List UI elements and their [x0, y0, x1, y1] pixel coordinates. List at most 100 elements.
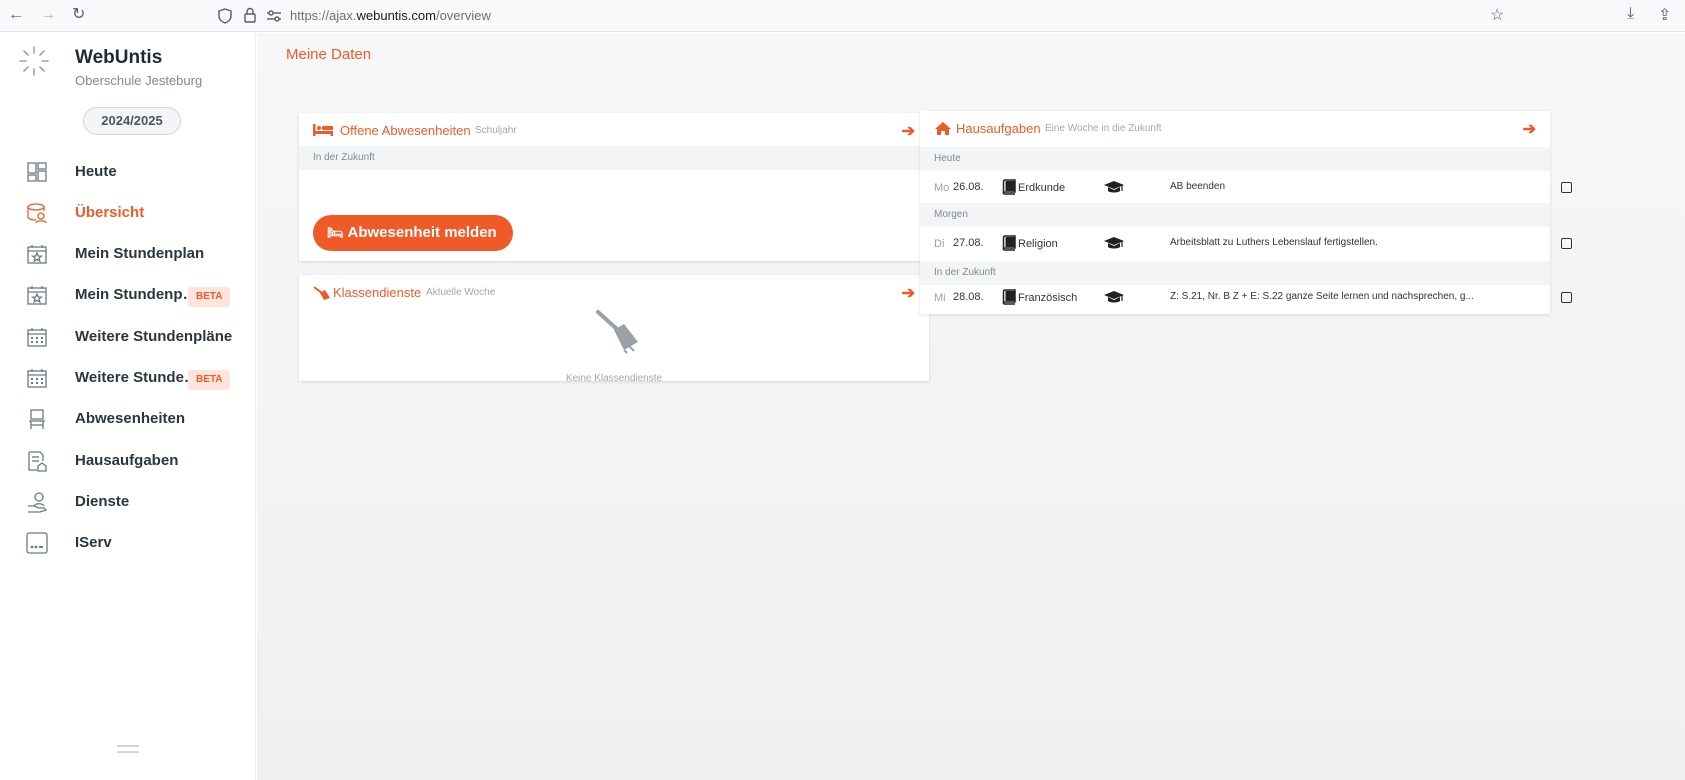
graduation-cap-icon: [1104, 291, 1124, 303]
homework-done-checkbox[interactable]: [1561, 238, 1572, 249]
sidebar-item-dienste[interactable]: Dienste: [0, 484, 256, 520]
homework-subject: Erdkunde: [1018, 182, 1066, 194]
browser-toolbar: ← → ↻ https://ajax.webuntis.com/overview…: [0, 0, 1685, 32]
permissions-icon[interactable]: [266, 10, 282, 22]
homework-row[interactable]: Di 27.08. Religion Arbeitsblatt zu Luthe…: [920, 227, 1572, 261]
sidebar-item-label: Dienste: [75, 493, 130, 510]
card-subtitle: Aktuelle Woche: [426, 287, 496, 298]
chair-icon: [29, 409, 45, 429]
sidebar-item-label: Mein Stundenplan: [75, 245, 205, 262]
url-domain: webuntis.com: [356, 8, 436, 23]
sidebar-collapse-handle[interactable]: [117, 745, 139, 753]
sidebar-item-heute[interactable]: Heute: [0, 154, 256, 190]
sidebar-item-mein-stundenplan-beta[interactable]: Mein Stundenp… BETA: [0, 277, 256, 313]
sidebar-item-label: Hausaufgaben: [75, 452, 179, 469]
bed-icon: [313, 124, 333, 136]
shield-icon[interactable]: [218, 8, 232, 24]
sidebar-item-hausaufgaben[interactable]: Hausaufgaben: [0, 443, 256, 479]
homework-text: AB beenden: [1170, 181, 1226, 192]
book-icon: [1002, 235, 1016, 251]
school-name: Oberschule Jesteburg: [75, 73, 203, 88]
brand-title: WebUntis: [75, 47, 163, 68]
card-subtitle: Eine Woche in die Zukunft: [1045, 123, 1162, 134]
homework-card: Hausaufgaben Eine Woche in die Zukunft ➔…: [920, 111, 1572, 315]
sidebar-item-label: Weitere Stundenpläne: [75, 328, 233, 345]
homework-date: 27.08.: [953, 237, 984, 249]
card-title: Klassendienste: [333, 285, 422, 300]
arrow-right-icon[interactable]: ➔: [902, 283, 915, 303]
homework-done-checkbox[interactable]: [1561, 182, 1572, 193]
arrow-right-icon[interactable]: ➔: [902, 121, 915, 141]
section-header: In der Zukunft: [299, 146, 929, 170]
card-header[interactable]: Klassendienste Aktuelle Woche ➔: [299, 275, 929, 311]
section-header-tomorrow: Morgen: [920, 203, 1550, 227]
section-header-today: Heute: [920, 147, 1550, 171]
house-icon: [935, 122, 951, 135]
homework-day: Mo: [934, 182, 950, 194]
calendar-star-icon: [27, 245, 47, 264]
url-prefix: https://ajax.: [290, 8, 357, 23]
graduation-cap-icon: [1104, 237, 1124, 249]
beta-badge: BETA: [188, 287, 231, 307]
card-header[interactable]: Offene Abwesenheiten Schuljahr ➔: [299, 113, 929, 149]
dashboard-icon: [27, 162, 47, 182]
homework-day: Di: [934, 238, 945, 250]
sidebar-item-weitere-stundenplaene-beta[interactable]: Weitere Stunde… BETA: [0, 360, 256, 396]
homework-text: Arbeitsblatt zu Luthers Lebenslauf ferti…: [1170, 237, 1378, 248]
calendar-grid-icon: [27, 328, 47, 347]
homework-row[interactable]: Mi 28.08. Französisch Z: S.21, Nr. B Z +…: [920, 281, 1572, 315]
overview-icon: [27, 203, 47, 224]
forward-arrow-icon[interactable]: →: [40, 4, 56, 26]
sidebar-item-mein-stundenplan[interactable]: Mein Stundenplan: [0, 236, 256, 272]
homework-icon: [28, 451, 47, 472]
sidebar-item-abwesenheiten[interactable]: Abwesenheiten: [0, 401, 256, 437]
broom-icon: [596, 310, 638, 354]
sidebar-item-label: Übersicht: [75, 204, 145, 221]
sidebar-item-iserv[interactable]: IServ: [0, 525, 256, 561]
calendar-grid-icon: [27, 369, 47, 388]
sidebar-item-label: Weitere Stunde…: [75, 369, 199, 386]
sidebar: WebUntis Oberschule Jesteburg 2024/2025 …: [0, 33, 256, 780]
service-icon: [28, 492, 48, 513]
sidebar-item-weitere-stundenplaene[interactable]: Weitere Stundenpläne: [0, 319, 256, 355]
card-title: Hausaufgaben: [956, 121, 1041, 136]
broom-icon: [313, 286, 330, 300]
sidebar-item-label: Abwesenheiten: [75, 410, 186, 427]
report-absence-button[interactable]: 🛏 Abwesenheit melden: [313, 215, 513, 251]
graduation-cap-icon: [1104, 181, 1124, 193]
url-bar[interactable]: https://ajax.webuntis.com/overview: [290, 8, 491, 23]
sidebar-item-label: Heute: [75, 163, 117, 180]
sidebar-item-label: IServ: [75, 534, 112, 551]
homework-date: 26.08.: [953, 181, 984, 193]
arrow-right-icon[interactable]: ➔: [1523, 119, 1536, 139]
book-icon: [1002, 289, 1016, 305]
card-title: Offene Abwesenheiten: [340, 123, 471, 138]
homework-day: Mi: [934, 292, 946, 304]
homework-row[interactable]: Mo 26.08. Erdkunde AB beenden: [920, 171, 1572, 205]
card-subtitle: Schuljahr: [475, 125, 517, 136]
beta-badge: BETA: [188, 370, 231, 390]
iserv-icon: [26, 532, 48, 554]
school-year-selector[interactable]: 2024/2025: [83, 107, 181, 135]
main-content: Meine Daten Offene Abwesenheiten Schulja…: [257, 33, 1685, 780]
reload-icon[interactable]: ↻: [72, 4, 85, 26]
share-icon[interactable]: ⇪: [1658, 5, 1671, 25]
bookmark-star-icon[interactable]: ☆: [1490, 5, 1504, 25]
button-label: Abwesenheit melden: [347, 224, 497, 241]
sidebar-item-uebersicht[interactable]: Übersicht: [0, 195, 256, 231]
lock-icon[interactable]: [244, 7, 256, 23]
page-title: Meine Daten: [286, 46, 372, 63]
url-path: /overview: [435, 8, 491, 23]
class-duties-card: Klassendienste Aktuelle Woche ➔ Keine Kl…: [299, 275, 929, 384]
absences-card: Offene Abwesenheiten Schuljahr ➔ In der …: [299, 113, 929, 261]
homework-text: Z: S.21, Nr. B Z + E: S.22 ganze Seite l…: [1170, 291, 1474, 302]
empty-state-text: Keine Klassendienste: [565, 373, 663, 384]
homework-date: 28.08.: [953, 291, 984, 303]
homework-subject: Religion: [1018, 238, 1058, 250]
calendar-star-icon: [27, 286, 47, 305]
back-arrow-icon[interactable]: ←: [8, 4, 24, 26]
book-icon: [1002, 179, 1016, 195]
card-header[interactable]: Hausaufgaben Eine Woche in die Zukunft ➔: [920, 111, 1550, 147]
download-icon[interactable]: ⤓: [1627, 5, 1634, 23]
homework-done-checkbox[interactable]: [1561, 292, 1572, 303]
